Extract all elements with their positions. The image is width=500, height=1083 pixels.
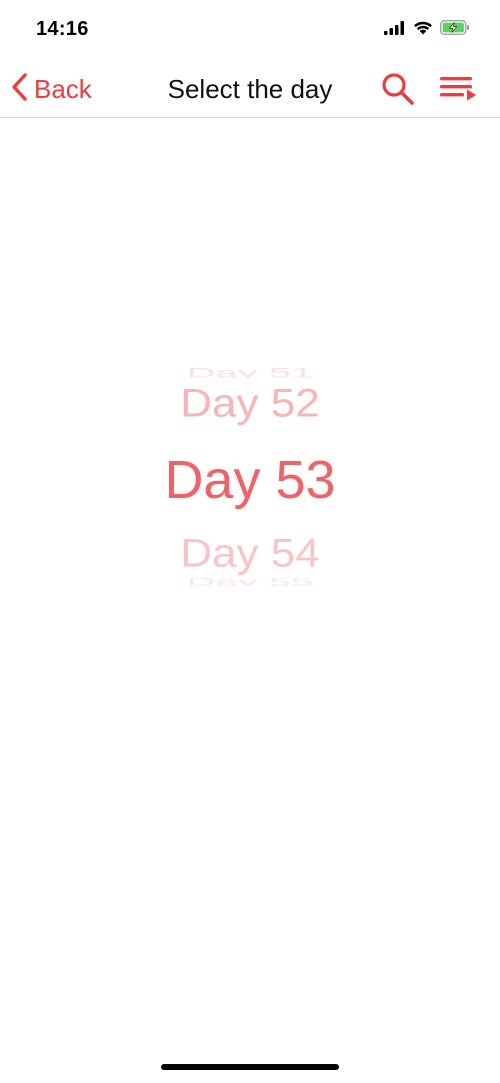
queue-list-icon	[438, 77, 478, 108]
screen: 14:16 Back Select the day Day 51 Day 52 …	[0, 0, 500, 1083]
queue-button[interactable]	[438, 74, 478, 104]
picker-item-day-51[interactable]: Day 51	[0, 368, 500, 379]
day-picker[interactable]: Day 51 Day 52 Day 53 Day 54 Day 55	[0, 340, 500, 610]
picker-item-day-55[interactable]: Day 55	[0, 578, 500, 586]
page-title: Select the day	[167, 74, 333, 104]
status-bar: 14:16	[0, 0, 500, 60]
status-time: 14:16	[36, 18, 89, 40]
status-icons	[384, 20, 470, 40]
wifi-icon	[413, 20, 433, 40]
search-icon	[380, 73, 416, 110]
cellular-signal-icon	[384, 20, 406, 40]
navigation-bar: Back Select the day	[0, 60, 500, 118]
picker-item-selected[interactable]: Day 53	[0, 450, 500, 510]
search-button[interactable]	[380, 72, 416, 106]
battery-charging-icon	[440, 20, 470, 40]
picker-item-day-54[interactable]: Day 54	[0, 531, 500, 578]
home-indicator	[161, 1064, 339, 1070]
picker-item-day-52[interactable]: Day 52	[0, 381, 500, 428]
